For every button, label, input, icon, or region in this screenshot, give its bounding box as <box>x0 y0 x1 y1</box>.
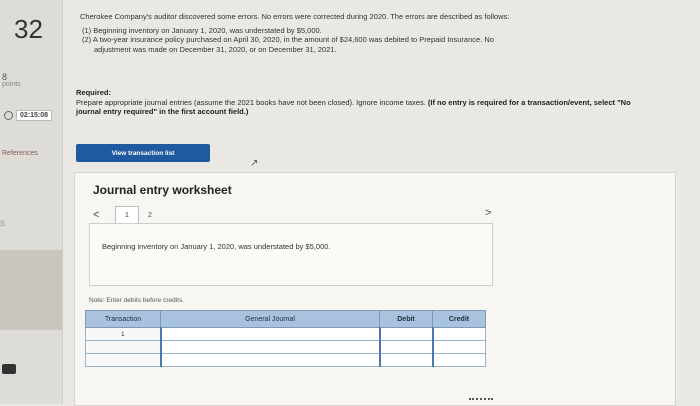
transaction-description-box: Beginning inventory on January 1, 2020, … <box>89 223 493 286</box>
mouse-cursor-icon: ↗ <box>250 158 259 169</box>
required-instruction: Prepare appropriate journal entries (ass… <box>76 97 426 107</box>
journal-table: Transaction General Journal Debit Credit… <box>85 310 486 367</box>
timer: 02:15:08 <box>4 110 53 121</box>
credit-field[interactable] <box>431 327 486 341</box>
timer-text: 02:15:08 <box>16 110 53 121</box>
rail-panel <box>0 250 62 330</box>
error-item-2: (2) A two-year insurance policy purchase… <box>82 35 494 44</box>
debit-field[interactable] <box>378 353 433 367</box>
next-arrow-icon[interactable]: > <box>485 207 491 219</box>
transaction-description: Beginning inventory on January 1, 2020, … <box>102 242 331 251</box>
page-tab-1[interactable]: 1 <box>115 206 139 224</box>
transaction-cell <box>85 340 161 354</box>
table-row <box>85 340 486 354</box>
credit-field[interactable] <box>431 340 486 354</box>
required-text: Prepare appropriate journal entries (ass… <box>76 98 656 117</box>
rail-button[interactable] <box>2 364 16 374</box>
left-rail: 32 8 points 02:15:08 References s <box>0 0 63 404</box>
intro-line: Cherokee Company's auditor discovered so… <box>80 12 510 21</box>
required-heading: Required: <box>76 88 112 97</box>
debit-field[interactable] <box>378 327 433 341</box>
error-item-2-cont: adjustment was made on December 31, 2020… <box>94 44 337 54</box>
worksheet-pager: < 1 2 <box>93 206 161 224</box>
credit-field[interactable] <box>431 353 486 367</box>
points-label: points <box>2 81 21 88</box>
journal-entry-worksheet: Journal entry worksheet < 1 2 > Beginnin… <box>74 172 676 406</box>
question-number: 32 <box>14 14 43 44</box>
transaction-cell <box>85 353 161 367</box>
worksheet-title: Journal entry worksheet <box>93 183 232 197</box>
col-header-transaction: Transaction <box>85 310 161 328</box>
references-link[interactable]: References <box>2 150 38 157</box>
debit-field[interactable] <box>378 340 433 354</box>
rail-nav-letter[interactable]: s <box>0 218 5 229</box>
loading-dots <box>469 398 493 403</box>
transaction-cell: 1 <box>85 327 161 341</box>
prev-arrow-icon[interactable]: < <box>93 209 115 221</box>
account-field[interactable] <box>159 353 380 367</box>
table-row <box>85 353 486 367</box>
note-text: Note: Enter debits before credits. <box>89 297 185 304</box>
col-header-general-journal: General Journal <box>160 310 380 328</box>
problem-intro: Cherokee Company's auditor discovered so… <box>80 12 640 54</box>
page-tab-2[interactable]: 2 <box>139 212 161 219</box>
account-field[interactable] <box>159 327 380 341</box>
error-item-1: (1) Beginning inventory on January 1, 20… <box>82 25 322 35</box>
col-header-credit: Credit <box>432 310 486 328</box>
col-header-debit: Debit <box>379 310 433 328</box>
view-transaction-list-button[interactable]: View transaction list <box>76 144 210 162</box>
required-section: Required: Prepare appropriate journal en… <box>76 88 656 117</box>
account-field[interactable] <box>159 340 380 354</box>
clock-icon <box>4 111 13 120</box>
table-row: 1 <box>85 327 486 341</box>
